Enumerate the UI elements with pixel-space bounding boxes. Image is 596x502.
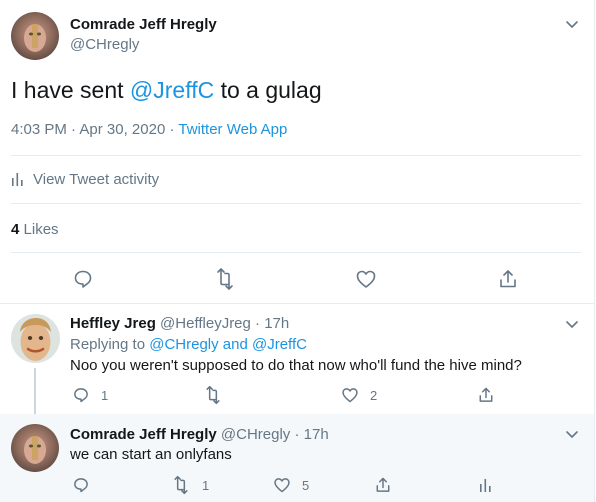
tweet-text-after: to a gulag [214, 77, 322, 103]
reply-count: 1 [101, 387, 109, 403]
reply-icon [72, 476, 90, 494]
avatar[interactable] [11, 424, 59, 472]
mention-link[interactable]: @JreffC [130, 77, 214, 103]
handle[interactable]: @HeffleyJreg [160, 315, 251, 332]
reply-icon [72, 386, 90, 404]
meta-separator: · [169, 121, 175, 138]
retweet-count: 1 [202, 477, 210, 493]
meta-separator: · [294, 426, 300, 443]
like-icon [273, 476, 291, 494]
reply-text: we can start an onlyfans [70, 446, 232, 463]
meta-separator: · [71, 121, 77, 138]
tweet-time[interactable]: 4:03 PM [11, 121, 67, 138]
avatar[interactable] [11, 314, 60, 363]
display-name[interactable]: Comrade Jeff Hregly [70, 16, 217, 33]
handle[interactable]: @CHregly [221, 426, 290, 443]
replying-to: Replying to @CHregly and @JreffC [70, 336, 307, 353]
tweet-text: I have sent @JreffC to a gulag [11, 76, 322, 104]
replying-to-label: Replying to [70, 336, 146, 353]
reply-header: Heffley Jreg @HeffleyJreg · 17h [70, 315, 289, 332]
chevron-down-icon[interactable] [564, 16, 580, 32]
display-name[interactable]: Comrade Jeff Hregly [70, 426, 217, 443]
reply-action[interactable]: 1 [72, 385, 108, 405]
reply-action[interactable] [72, 475, 101, 495]
like-action[interactable]: 5 [273, 475, 309, 495]
tweet-age[interactable]: 17h [264, 315, 289, 332]
view-tweet-activity-label: View Tweet activity [33, 170, 160, 188]
like-count: 5 [302, 477, 310, 493]
share-icon[interactable] [476, 385, 496, 405]
tweet-date[interactable]: Apr 30, 2020 [79, 121, 165, 138]
tweet-text-before: I have sent [11, 77, 130, 103]
analytics-icon[interactable] [476, 475, 496, 495]
likes-count: 4 [11, 221, 20, 238]
reply-header: Comrade Jeff Hregly @CHregly · 17h [70, 426, 329, 443]
avatar[interactable] [11, 12, 59, 60]
retweet-action[interactable]: 1 [171, 475, 209, 495]
tweet-age[interactable]: 17h [304, 426, 329, 443]
display-name[interactable]: Heffley Jreg [70, 315, 156, 332]
replying-to-targets[interactable]: @CHregly and @JreffC [149, 336, 307, 353]
meta-separator: · [255, 315, 261, 332]
reply-icon[interactable] [71, 267, 95, 291]
likes-label: Likes [23, 221, 59, 238]
divider [11, 252, 581, 253]
like-count: 2 [370, 387, 378, 403]
chevron-down-icon[interactable] [564, 316, 580, 332]
share-icon[interactable] [373, 475, 393, 495]
analytics-icon [11, 171, 25, 187]
timeline-border [594, 0, 595, 502]
handle[interactable]: @CHregly [70, 36, 139, 53]
view-tweet-activity[interactable]: View Tweet activity [11, 169, 159, 189]
retweet-action[interactable] [203, 385, 234, 405]
divider [11, 155, 581, 156]
divider [11, 203, 581, 204]
likes-stat[interactable]: 4 Likes [11, 221, 59, 238]
like-icon[interactable] [354, 267, 378, 291]
share-icon[interactable] [496, 267, 520, 291]
retweet-icon [203, 385, 223, 405]
thread-line [34, 368, 36, 415]
retweet-icon [171, 475, 191, 495]
like-action[interactable]: 2 [341, 385, 377, 405]
chevron-down-icon[interactable] [564, 426, 580, 442]
like-icon [341, 386, 359, 404]
tweet-meta: 4:03 PM · Apr 30, 2020 · Twitter Web App [11, 121, 287, 138]
retweet-icon[interactable] [213, 267, 237, 291]
divider [0, 303, 594, 304]
tweet-source[interactable]: Twitter Web App [178, 121, 287, 138]
reply-text: Noo you weren't supposed to do that now … [70, 357, 522, 374]
